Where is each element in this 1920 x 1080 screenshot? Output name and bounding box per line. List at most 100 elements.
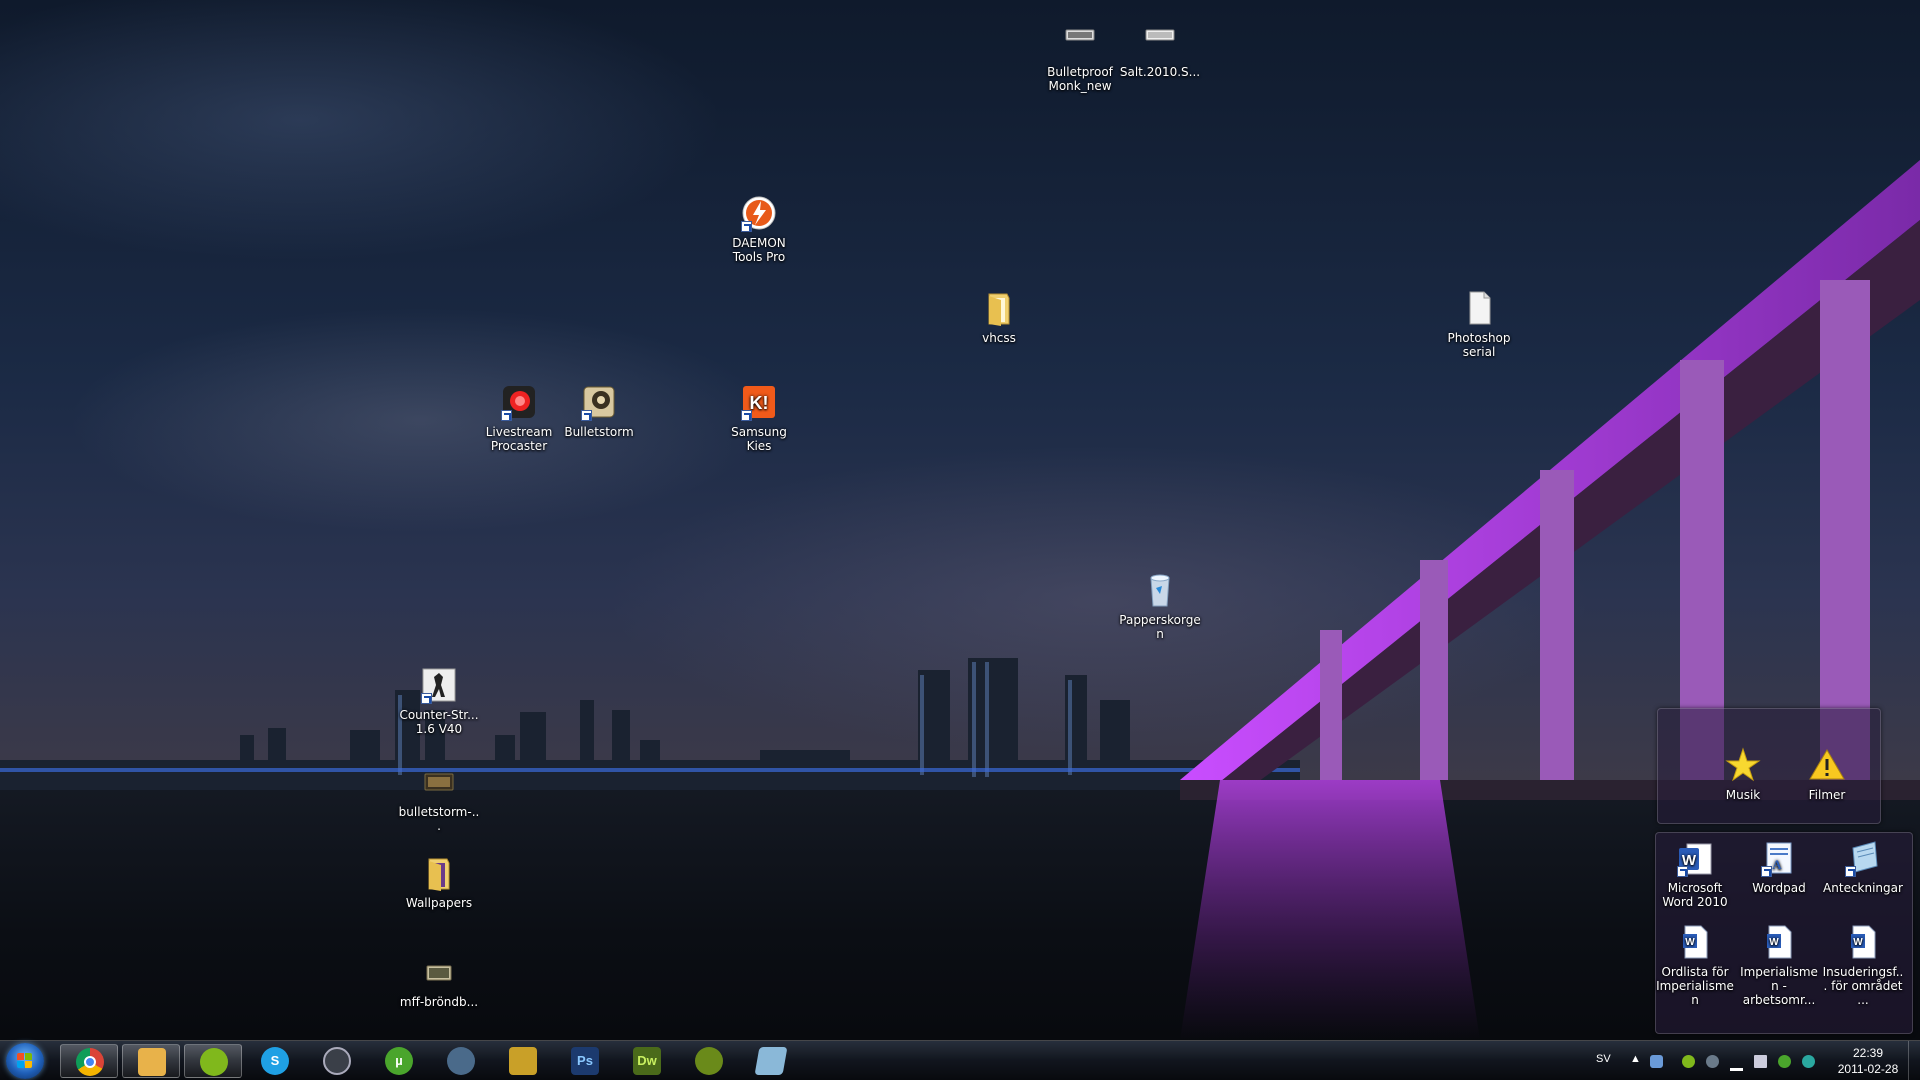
windows-logo-icon [17,1053,33,1069]
fence-item-label: Musik [1725,788,1761,802]
video-file-icon [419,762,459,802]
word-icon: W [1675,838,1715,878]
desktop-icon-label: DAEMON Tools Pro [732,236,786,264]
svg-text:W: W [1853,937,1863,948]
spotify-tray-icon[interactable] [1682,1055,1695,1068]
svg-text:K!: K! [750,393,769,413]
chrome-icon [76,1048,104,1076]
desktop-icon-label: bulletstorm-... [398,805,480,833]
language-indicator[interactable]: SV [1596,1053,1611,1069]
fence-item-musik[interactable]: Musik [1701,745,1785,802]
gamepad-icon [447,1047,475,1075]
taskbar-button-lightbulb[interactable] [680,1044,738,1078]
sync-tray-icon[interactable] [1802,1055,1815,1068]
taskbar-button-skype[interactable]: S [246,1044,304,1078]
desktop-icon-label: Bulletstorm [564,425,634,439]
taskbar-button-dreamweaver[interactable]: Dw [618,1044,676,1078]
taskbar: S µ Ps Dw SV ▲ 22:39 2011-02-28 [0,1040,1920,1080]
taskbar-button-explorer[interactable] [122,1044,180,1078]
taskbar-button-steam[interactable] [308,1044,366,1078]
taskbar-button-notes[interactable] [742,1044,800,1078]
text-file-icon [1459,288,1499,328]
fence-item-filmer[interactable]: Filmer [1785,745,1869,802]
spotify-icon [200,1048,228,1076]
taskbar-button-spotify[interactable] [184,1044,242,1078]
desktop-icon-mff[interactable]: mff-bröndb... [397,952,481,1009]
desktop-icon-recycle-bin[interactable]: Papperskorgen [1118,570,1202,641]
utorrent-tray-icon[interactable] [1778,1055,1791,1068]
show-hidden-icons-button[interactable]: ▲ [1630,1053,1641,1069]
folder-icon [419,853,459,893]
dreamweaver-icon: Dw [633,1047,661,1075]
wordpad-icon: A [1759,838,1799,878]
fence-item-label: Imperialismen - arbetsomr... [1740,965,1818,1007]
word-doc-icon: W [1759,922,1799,962]
fence-item-word[interactable]: W Microsoft Word 2010 [1653,838,1737,909]
chevron-up-icon: ▲ [1630,1053,1641,1065]
show-desktop-button[interactable] [1908,1041,1920,1080]
taskbar-button-chrome[interactable] [60,1044,118,1078]
svg-text:A: A [1772,857,1782,872]
desktop-icon-bulletproof[interactable]: Bulletproof Monk_new [1038,22,1122,93]
desktop-icon-vhcss[interactable]: vhcss [957,288,1041,345]
desktop-icon-bulletstorm-file[interactable]: bulletstorm-... [397,762,481,833]
fence-item-label: Wordpad [1752,881,1806,895]
windows-explorer-icon [138,1048,166,1076]
video-file-icon [1140,22,1180,62]
desktop-icon-salt[interactable]: Salt.2010.S... [1118,22,1202,79]
desktop[interactable]: Bulletproof Monk_new Salt.2010.S... DAEM… [0,0,1920,1080]
fence-item-wordpad[interactable]: A Wordpad [1737,838,1821,895]
steam-icon [323,1047,351,1075]
clock[interactable]: 22:39 2011-02-28 [1822,1045,1914,1077]
language-label: SV [1596,1053,1611,1065]
word-doc-icon: W [1843,922,1883,962]
taskbar-button-game[interactable] [432,1044,490,1078]
clock-date: 2011-02-28 [1837,1062,1899,1076]
steam-tray-icon[interactable] [1706,1055,1719,1068]
fence-item-insuderings[interactable]: W Insuderingsf... för området ... [1821,922,1905,1007]
clock-time: 22:39 [1852,1046,1884,1060]
desktop-icon-livestream[interactable]: Livestream Procaster [477,382,561,453]
warning-icon [1807,745,1847,785]
desktop-icon-samsung-kies[interactable]: K! Samsung Kies [717,382,801,453]
skype-icon: S [261,1047,289,1075]
desktop-icon-label: mff-bröndb... [399,995,479,1009]
video-file-icon [419,952,459,992]
notepad-icon [754,1047,788,1075]
desktop-icon-label: vhcss [982,331,1016,345]
desktop-icon-wallpapers[interactable]: Wallpapers [397,853,481,910]
wallpaper-bridge [1180,160,1920,800]
samsung-kies-icon: K! [739,382,779,422]
desktop-icon-label: Livestream Procaster [485,425,553,453]
desktop-icon-label: Papperskorgen [1119,613,1201,641]
shortcut-arrow-icon [1761,866,1772,877]
notepad-icon [1843,838,1883,878]
fence-item-label: Anteckningar [1823,881,1903,895]
taskbar-button-utorrent[interactable]: µ [370,1044,428,1078]
desktop-icon-bulletstorm[interactable]: Bulletstorm [557,382,641,439]
folder-icon [979,288,1019,328]
fence-item-ordlista[interactable]: W Ordlista för Imperialismen [1653,922,1737,1007]
media-player-icon [509,1047,537,1075]
taskbar-button-media-player[interactable] [494,1044,552,1078]
desktop-icon-label: Salt.2010.S... [1119,65,1201,79]
network-share-icon[interactable] [1650,1055,1663,1068]
network-signal-icon[interactable] [1730,1055,1743,1071]
fence-item-label: Filmer [1808,788,1846,802]
word-doc-icon: W [1675,922,1715,962]
fence-item-anteckningar[interactable]: Anteckningar [1821,838,1905,895]
start-button[interactable] [6,1043,44,1079]
desktop-icon-label: Wallpapers [405,896,473,910]
fence-item-label: Ordlista för Imperialismen [1656,965,1734,1007]
svg-text:W: W [1685,937,1695,948]
lightbulb-icon [695,1047,723,1075]
fence-item-imperialismen[interactable]: W Imperialismen - arbetsomr... [1737,922,1821,1007]
desktop-icon-photoshop-serial[interactable]: Photoshop serial [1437,288,1521,359]
daemon-tools-icon [739,193,779,233]
desktop-icon-daemon-tools[interactable]: DAEMON Tools Pro [717,193,801,264]
fence-item-label: Microsoft Word 2010 [1662,881,1728,909]
desktop-icon-counter-strike[interactable]: Counter-Str... 1.6 V40 [397,665,481,736]
taskbar-button-photoshop[interactable]: Ps [556,1044,614,1078]
desktop-icon-label: Photoshop serial [1447,331,1511,359]
volume-icon[interactable] [1754,1055,1767,1068]
